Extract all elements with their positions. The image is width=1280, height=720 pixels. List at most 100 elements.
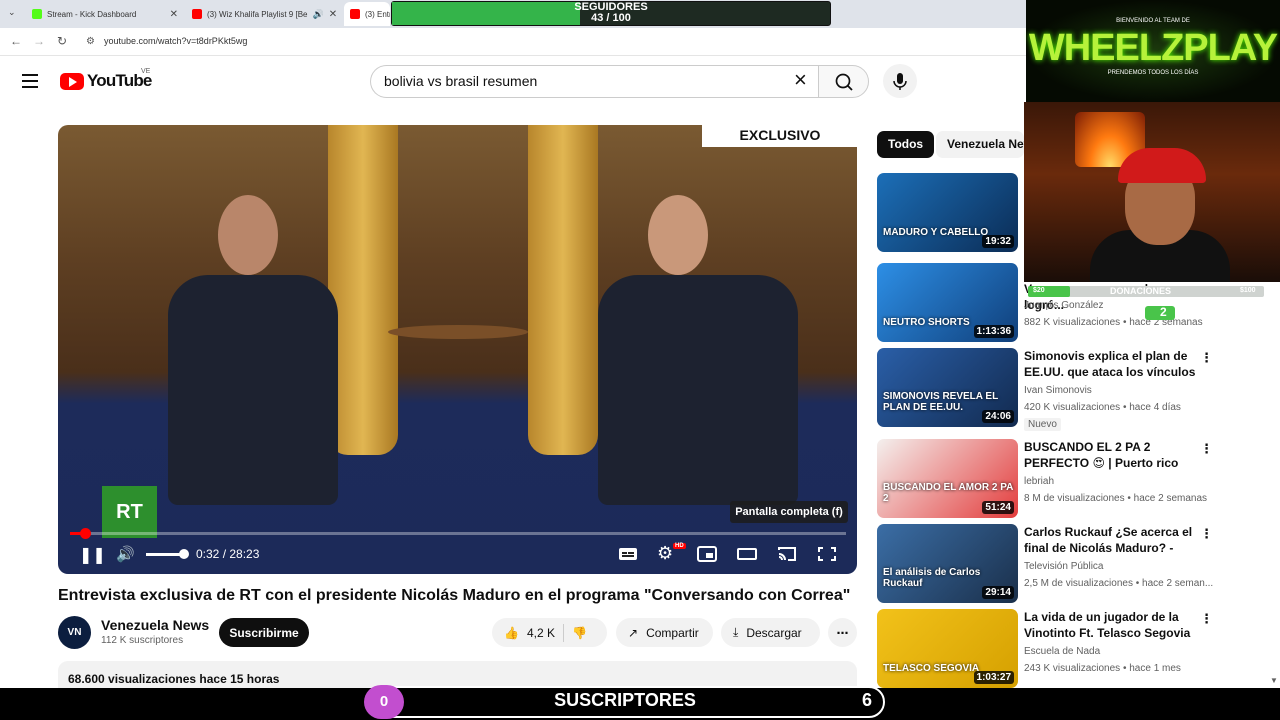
video-thumbnail[interactable]: TELASCO SEGOVIA 1:03:27 <box>877 609 1018 688</box>
tab-search-icon[interactable]: ⌄ <box>8 7 16 18</box>
channel-subscriber-count: 112 K suscriptores <box>101 635 184 646</box>
donation-min: $20 <box>1033 287 1045 294</box>
browser-tab-active[interactable]: (3) Entr <box>344 2 390 26</box>
recommended-channel[interactable]: Televisión Pública <box>1024 561 1104 572</box>
pause-icon[interactable]: ❚❚ <box>79 545 106 565</box>
browser-tab-playlist[interactable]: (3) Wiz Khalifa Playlist 9 [Be 🔊 ✕ <box>186 2 342 26</box>
chip-channel[interactable]: Venezuela News <box>936 131 1024 158</box>
channel-name[interactable]: Venezuela News <box>101 617 209 633</box>
video-duration: 1:03:27 <box>973 671 1014 684</box>
video-thumbnail[interactable]: NEUTRO SHORTS 1:13:36 <box>877 263 1018 342</box>
recommended-channel[interactable]: Escuela de Nada <box>1024 646 1100 657</box>
video-duration: 29:14 <box>982 586 1014 599</box>
recommended-video-title[interactable]: Simonovis explica el plan de EE.UU. que … <box>1024 348 1196 380</box>
share-button[interactable]: ↗ Compartir <box>616 618 713 647</box>
kick-favicon-icon <box>32 9 42 19</box>
more-options-icon[interactable]: ⋮ <box>1200 526 1213 542</box>
browser-tab-kick[interactable]: Stream - Kick Dashboard ✕ <box>26 2 184 26</box>
view-count-date: 68.600 visualizaciones hace 15 horas <box>68 672 280 686</box>
like-dislike-group: 👍 4,2 K 👎 <box>492 618 607 647</box>
speaker-icon[interactable]: 🔊 <box>312 9 323 20</box>
download-icon: ⤓ <box>733 625 739 639</box>
recommended-channel[interactable]: Ivan Simonovis <box>1024 385 1092 396</box>
share-icon: ↗ <box>628 625 639 640</box>
recommended-channel[interactable]: lebriah <box>1024 476 1054 487</box>
more-options-icon[interactable]: ⋮ <box>1200 611 1213 627</box>
subscribers-label: SUSCRIPTORES <box>554 690 696 710</box>
tab-title: Stream - Kick Dashboard <box>47 9 137 19</box>
chip-all[interactable]: Todos <box>877 131 935 158</box>
fullscreen-icon[interactable] <box>817 546 837 566</box>
miniplayer-icon[interactable] <box>697 546 717 566</box>
recommended-meta: 2,5 M de visualizaciones • hace 2 seman.… <box>1024 578 1214 589</box>
menu-icon[interactable] <box>22 74 38 88</box>
donation-count: 2 <box>1160 305 1167 319</box>
download-button[interactable]: ⤓ Descargar <box>721 618 820 647</box>
search-value[interactable]: bolivia vs brasil resumen <box>384 73 537 89</box>
share-label: Compartir <box>646 625 699 640</box>
video-thumbnail[interactable]: SIMONOVIS REVELA EL PLAN DE EE.UU. 24:06 <box>877 348 1018 427</box>
reload-icon[interactable]: ↻ <box>57 34 67 48</box>
country-code: VE <box>141 68 151 75</box>
new-badge: Nuevo <box>1024 418 1061 431</box>
progress-scrubber[interactable] <box>79 528 91 539</box>
recommended-meta: 420 K visualizaciones • hace 4 días <box>1024 402 1181 413</box>
subscribe-button[interactable]: Suscribirme <box>219 618 309 647</box>
like-count[interactable]: 4,2 K <box>527 626 555 640</box>
recommended-channel[interactable]: Juanpis González <box>1024 300 1104 311</box>
donation-max: $100 <box>1240 287 1256 294</box>
rt-watermark: RT <box>102 486 157 538</box>
forward-icon[interactable]: → <box>33 34 45 48</box>
progress-bar[interactable] <box>70 532 846 535</box>
settings-gear-icon[interactable]: ⚙ <box>657 543 673 564</box>
subscribers-goal: 6 <box>862 690 873 710</box>
theater-mode-icon[interactable] <box>737 546 757 566</box>
video-duration: 51:24 <box>982 501 1014 514</box>
brand-tagline: PRENDEMOS TODOS LOS DÍAS <box>1107 70 1199 76</box>
video-title: Entrevista exclusiva de RT con el presid… <box>58 587 851 604</box>
exclusive-badge: EXCLUSIVO <box>702 124 858 147</box>
recommended-meta: 8 M de visualizaciones • hace 2 semanas <box>1024 493 1208 504</box>
microphone-icon <box>893 73 907 90</box>
curtain-left <box>328 125 398 455</box>
donation-label: DONACIONES <box>1110 286 1172 296</box>
brand-name: WHEELZPLAY <box>1028 27 1278 69</box>
voice-search-button[interactable] <box>883 64 917 98</box>
video-thumbnail[interactable]: MADURO Y CABELLO 19:32 <box>877 173 1018 252</box>
followers-count: 43 / 100 <box>591 12 631 24</box>
person-right-head <box>648 195 708 275</box>
thumbnail-caption: NEUTRO SHORTS <box>883 317 970 328</box>
video-duration: 1:13:36 <box>973 325 1014 338</box>
recommended-video-title[interactable]: La vida de un jugador de la Vinotinto Ft… <box>1024 609 1196 641</box>
tab-close-icon[interactable]: ✕ <box>329 9 337 20</box>
more-options-icon[interactable]: ⋮ <box>1200 441 1213 457</box>
url-text[interactable]: youtube.com/watch?v=t8drPKkt5wg <box>104 36 247 46</box>
more-actions-icon[interactable]: ⋯ <box>828 618 857 647</box>
video-duration: 24:06 <box>982 410 1014 423</box>
person-left-head <box>218 195 278 275</box>
thumbs-up-icon[interactable]: 👍 <box>504 626 519 640</box>
fullscreen-tooltip: Pantalla completa (f) <box>730 501 848 523</box>
more-options-icon[interactable]: ⋮ <box>1200 350 1213 366</box>
video-thumbnail[interactable]: El análisis de Carlos Ruckauf 29:14 <box>877 524 1018 603</box>
scroll-down-icon[interactable]: ▼ <box>1270 676 1278 685</box>
search-button[interactable] <box>818 65 869 98</box>
brand-welcome: BIENVENIDO AL TEAM DE <box>1116 18 1190 24</box>
recommended-video-title[interactable]: BUSCANDO EL 2 PA 2 PERFECTO 😍 | Puerto r… <box>1024 439 1196 471</box>
recommended-video-title[interactable]: Carlos Ruckauf ¿Se acerca el final de Ni… <box>1024 524 1196 556</box>
site-info-icon[interactable]: ⚙ <box>86 36 95 47</box>
clear-search-icon[interactable]: × <box>794 69 807 91</box>
tab-close-icon[interactable]: ✕ <box>170 9 178 20</box>
video-duration: 19:32 <box>982 235 1014 248</box>
download-label: Descargar <box>746 625 802 640</box>
volume-knob[interactable] <box>179 549 189 559</box>
channel-avatar[interactable]: VN <box>58 616 91 649</box>
cast-icon[interactable] <box>777 546 797 566</box>
back-icon[interactable]: ← <box>10 34 22 48</box>
thumbs-down-icon[interactable]: 👎 <box>572 626 587 640</box>
subtitles-icon[interactable] <box>618 546 638 566</box>
video-thumbnail[interactable]: BUSCANDO EL AMOR 2 PA 2 51:24 <box>877 439 1018 518</box>
volume-icon[interactable]: 🔊 <box>116 545 135 563</box>
youtube-favicon-icon <box>192 9 202 19</box>
search-icon <box>835 73 853 91</box>
